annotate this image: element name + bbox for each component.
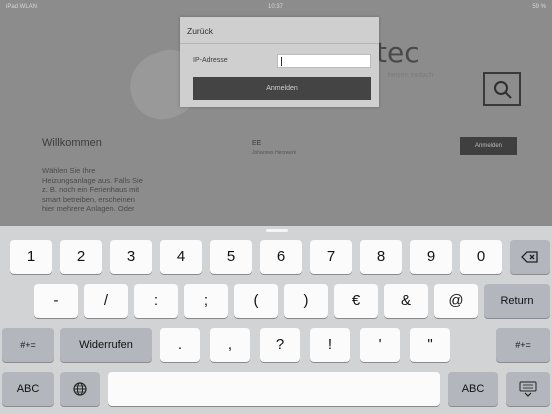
abc-key-left[interactable]: ABC <box>2 372 54 406</box>
abc-key-right[interactable]: ABC <box>448 372 498 406</box>
ip-address-label: IP-Adresse <box>193 57 228 64</box>
key-open-paren[interactable]: ( <box>234 284 278 318</box>
key-6[interactable]: 6 <box>260 240 302 274</box>
keyboard-dismiss-icon <box>519 381 537 397</box>
key-slash[interactable]: / <box>84 284 128 318</box>
key-ampersand[interactable]: & <box>384 284 428 318</box>
logo-subtext: heizen einfach <box>388 72 434 79</box>
search-button[interactable] <box>483 72 521 106</box>
background-login-button[interactable]: Anmelden <box>460 137 517 155</box>
key-3[interactable]: 3 <box>110 240 152 274</box>
globe-key[interactable] <box>60 372 100 406</box>
symbols-toggle-key-left[interactable]: #+= <box>2 328 54 362</box>
key-4[interactable]: 4 <box>160 240 202 274</box>
device-name[interactable]: EE <box>252 140 261 147</box>
search-icon <box>494 81 512 99</box>
key-1[interactable]: 1 <box>10 240 52 274</box>
key-question[interactable]: ? <box>260 328 300 362</box>
status-time: 10:37 <box>268 4 284 10</box>
key-period[interactable]: . <box>160 328 200 362</box>
symbols-toggle-key-right[interactable]: #+= <box>496 328 550 362</box>
status-battery: 59 % <box>532 4 546 10</box>
key-8[interactable]: 8 <box>360 240 402 274</box>
space-key[interactable] <box>108 372 440 406</box>
key-apostrophe[interactable]: ' <box>360 328 400 362</box>
login-dialog: Zurück IP-Adresse Anmelden <box>180 17 379 107</box>
key-7[interactable]: 7 <box>310 240 352 274</box>
key-0[interactable]: 0 <box>460 240 502 274</box>
login-button[interactable]: Anmelden <box>193 77 371 100</box>
back-button[interactable]: Zurück <box>187 26 213 36</box>
device-subtitle: Johannes Herzwerk <box>252 150 297 156</box>
key-quote[interactable]: " <box>410 328 450 362</box>
key-at[interactable]: @ <box>434 284 478 318</box>
welcome-title: Willkommen <box>42 137 102 149</box>
key-close-paren[interactable]: ) <box>284 284 328 318</box>
globe-icon <box>73 382 87 396</box>
welcome-text: Wählen Sie Ihre Heizungsanlage aus. Fall… <box>42 166 143 213</box>
key-dash[interactable]: - <box>34 284 78 318</box>
key-colon[interactable]: : <box>134 284 178 318</box>
backspace-icon <box>521 251 538 263</box>
key-9[interactable]: 9 <box>410 240 452 274</box>
text-cursor <box>281 57 282 66</box>
keyboard: 1 2 3 4 5 6 7 8 9 0 - / : ; ( ) € & @ Re… <box>0 226 552 414</box>
return-key[interactable]: Return <box>484 284 550 318</box>
key-2[interactable]: 2 <box>60 240 102 274</box>
backspace-key[interactable] <box>510 240 550 274</box>
status-carrier: iPad WLAN <box>6 4 38 10</box>
logo-text: tec <box>376 36 420 69</box>
dialog-divider <box>180 43 379 44</box>
status-bar: iPad WLAN 10:37 59 % <box>0 0 552 14</box>
undo-key[interactable]: Widerrufen <box>60 328 152 362</box>
key-exclamation[interactable]: ! <box>310 328 350 362</box>
ip-address-input[interactable] <box>277 54 371 68</box>
key-semicolon[interactable]: ; <box>184 284 228 318</box>
key-comma[interactable]: , <box>210 328 250 362</box>
screen: iPad WLAN 10:37 59 % tec heizen einfach … <box>0 0 552 414</box>
key-5[interactable]: 5 <box>210 240 252 274</box>
hide-keyboard-key[interactable] <box>506 372 550 406</box>
keyboard-grabber[interactable] <box>266 229 288 232</box>
key-euro[interactable]: € <box>334 284 378 318</box>
